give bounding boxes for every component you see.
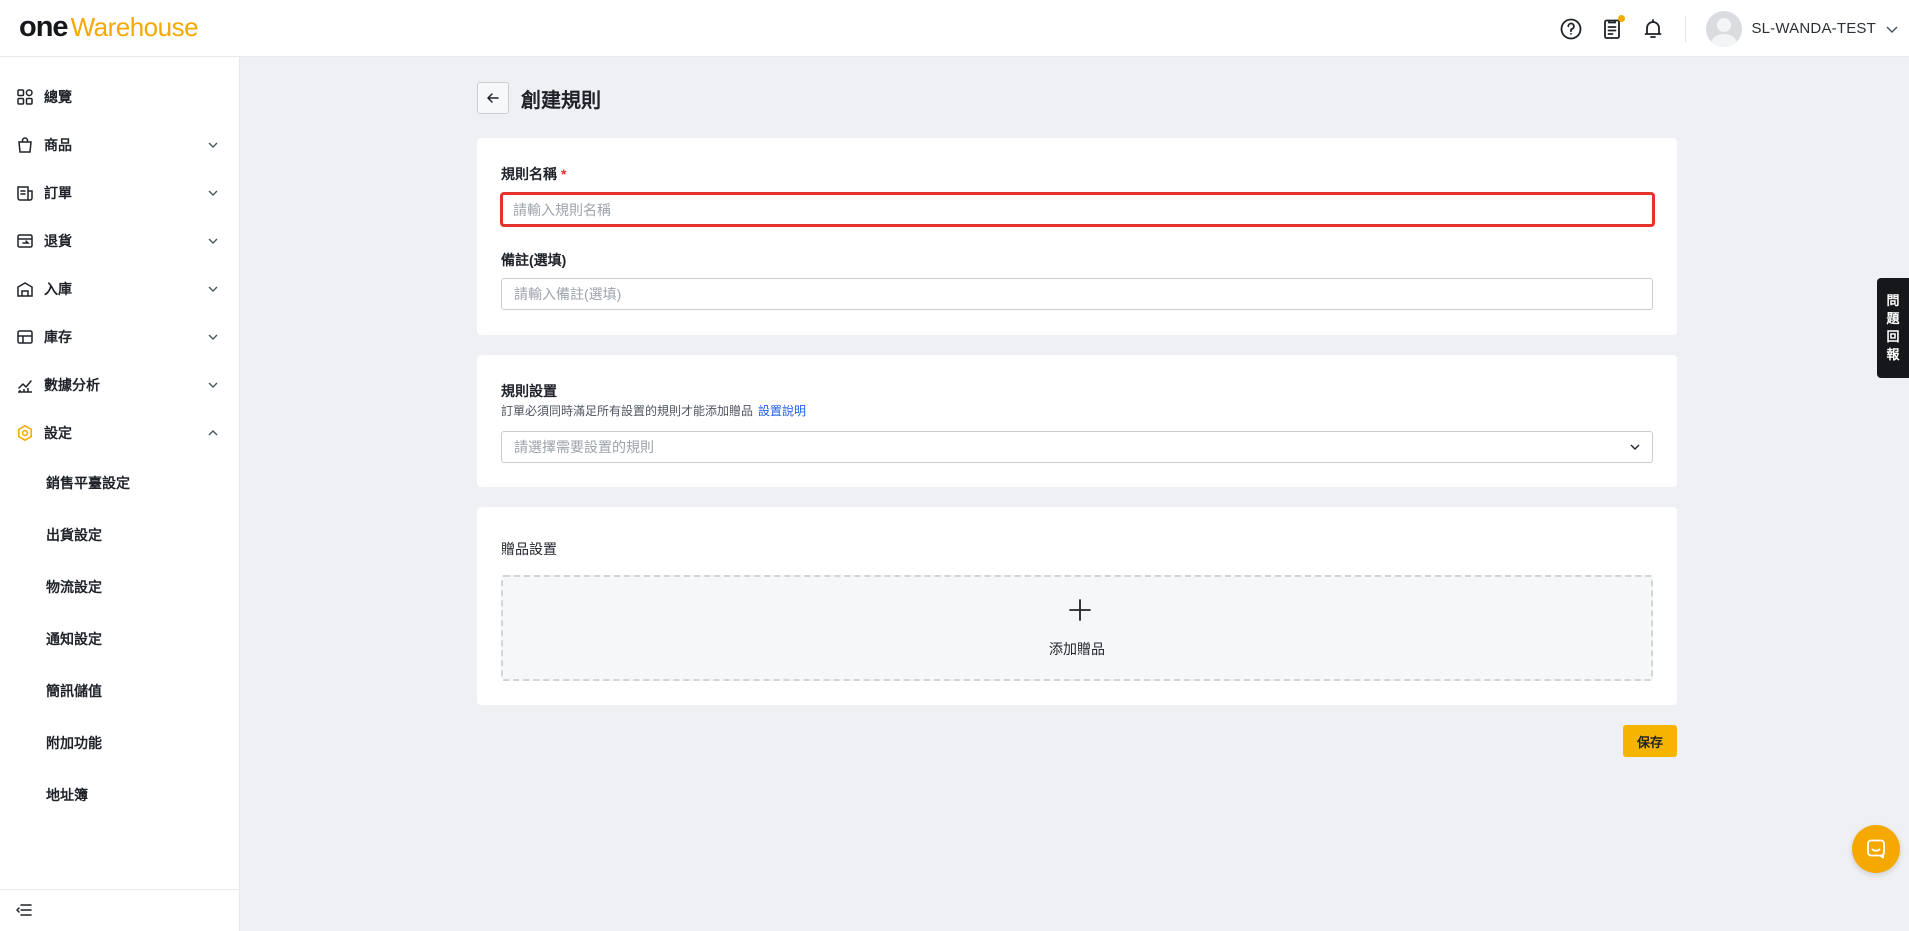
rule-settings-desc-text: 訂單必須同時滿足所有設置的規則才能添加贈品: [501, 404, 754, 418]
rule-select-dropdown[interactable]: 請選擇需要設置的規則: [501, 431, 1653, 463]
collapse-menu-icon[interactable]: [15, 901, 33, 919]
sidebar-item-label: 數據分析: [44, 377, 100, 393]
chevron-down-icon[interactable]: [1884, 21, 1900, 37]
clipboard-icon[interactable]: [1598, 14, 1626, 43]
return-icon: [17, 234, 33, 248]
help-icon[interactable]: [1557, 15, 1585, 43]
header-actions: SL-WANDA-TEST: [1557, 0, 1909, 57]
required-mark: *: [561, 166, 567, 182]
chevron-down-icon: [208, 190, 218, 196]
header-divider: [1685, 15, 1687, 42]
sidebar-item-label: 入庫: [44, 281, 72, 297]
plus-icon: [1069, 599, 1091, 621]
sidebar-item-inventory[interactable]: 庫存: [0, 319, 240, 355]
note-label: 備註(選填): [501, 252, 567, 268]
chevron-down-icon: [208, 286, 218, 292]
basic-info-card: 規則名稱* 備註(選填): [477, 138, 1677, 335]
sidebar-subitem-address-book[interactable]: 地址簿: [0, 777, 240, 813]
add-gift-button[interactable]: 添加贈品: [501, 575, 1653, 681]
sidebar-item-returns[interactable]: 退貨: [0, 223, 240, 259]
avatar[interactable]: [1706, 10, 1743, 47]
arrow-left-icon: [487, 93, 499, 103]
sidebar-item-label: 設定: [44, 425, 72, 441]
settings-help-link[interactable]: 設置說明: [758, 404, 806, 418]
sidebar-footer: [0, 889, 240, 931]
inventory-icon: [17, 330, 33, 344]
note-input[interactable]: [501, 278, 1653, 310]
logo-warehouse-text: Warehouse: [70, 12, 199, 42]
sidebar-item-orders[interactable]: 訂單: [0, 175, 240, 211]
gift-settings-card: 贈品設置 添加贈品: [477, 507, 1677, 705]
sidebar-item-settings[interactable]: 設定: [0, 415, 240, 451]
sidebar-subitem-label: 物流設定: [46, 579, 102, 595]
sidebar-subitem-label: 出貨設定: [46, 527, 102, 543]
inbound-icon: [17, 282, 33, 297]
sidebar-subitem-notifications[interactable]: 通知設定: [0, 621, 240, 657]
feedback-char: 問: [1886, 293, 1900, 308]
rule-name-label: 規則名稱 *: [501, 164, 566, 184]
rule-name-input[interactable]: [500, 192, 1655, 227]
feedback-char: 題: [1886, 311, 1900, 326]
sidebar-item-overview[interactable]: 總覽: [0, 79, 240, 115]
chat-icon: [1867, 839, 1885, 859]
rule-name-label-text: 規則名稱: [501, 166, 557, 182]
sidebar-subitem-shipping[interactable]: 出貨設定: [0, 517, 240, 553]
chevron-down-icon: [208, 142, 218, 148]
page-header: 創建規則: [477, 82, 601, 114]
sidebar-item-inbound[interactable]: 入庫: [0, 271, 240, 307]
rule-settings-card: 規則設置 訂單必須同時滿足所有設置的規則才能添加贈品 設置說明 請選擇需要設置的規…: [477, 355, 1677, 487]
sidebar-subitem-label: 地址簿: [46, 787, 88, 803]
sidebar-item-label: 商品: [44, 137, 72, 153]
sidebar-item-analytics[interactable]: 數據分析: [0, 367, 240, 403]
sidebar-item-label: 總覽: [44, 89, 72, 105]
product-icon: [18, 137, 32, 153]
rule-settings-label: 規則設置: [501, 383, 557, 399]
sidebar-subitem-label: 簡訊儲值: [46, 683, 102, 699]
sidebar-subitem-label: 通知設定: [46, 631, 102, 647]
chevron-up-icon: [208, 430, 218, 436]
sidebar-item-label: 退貨: [44, 233, 72, 249]
feedback-char: 回: [1886, 329, 1900, 344]
dashboard-icon: [17, 89, 33, 105]
sidebar-subitem-sms-topup[interactable]: 簡訊儲值: [0, 673, 240, 709]
logo-one-text: one: [19, 11, 69, 43]
gift-settings-label: 贈品設置: [501, 541, 557, 557]
add-gift-label: 添加贈品: [1049, 641, 1105, 657]
sidebar-subitem-label: 銷售平臺設定: [46, 475, 130, 491]
page-title: 創建規則: [521, 89, 601, 112]
notification-dot: [1618, 14, 1626, 22]
sidebar-item-label: 訂單: [44, 185, 72, 201]
app-logo[interactable]: one Warehouse: [19, 11, 199, 44]
sidebar-item-products[interactable]: 商品: [0, 127, 240, 163]
chevron-down-icon: [208, 238, 218, 244]
rule-select-placeholder: 請選擇需要設置的規則: [514, 439, 654, 455]
rule-settings-description: 訂單必須同時滿足所有設置的規則才能添加贈品 設置說明: [501, 402, 806, 419]
top-header: one Warehouse SL-WANDA-TEST: [0, 0, 1909, 57]
back-button[interactable]: [477, 82, 509, 114]
sidebar: 總覽 商品 訂單 退貨 入庫 庫存 數據分析 設定 銷售平臺設定 出貨設定 物流…: [0, 57, 240, 931]
sidebar-subitem-label: 附加功能: [46, 735, 102, 751]
chevron-down-icon: [208, 334, 218, 340]
save-button[interactable]: 保存: [1623, 725, 1677, 757]
chevron-down-icon: [208, 382, 218, 388]
sidebar-subitem-addons[interactable]: 附加功能: [0, 725, 240, 761]
sidebar-item-label: 庫存: [44, 329, 72, 345]
chat-support-button[interactable]: [1852, 825, 1900, 873]
order-icon: [17, 186, 33, 201]
sidebar-subitem-logistics[interactable]: 物流設定: [0, 569, 240, 605]
bell-icon[interactable]: [1639, 15, 1667, 43]
feedback-tab[interactable]: 問 題 回 報: [1877, 278, 1909, 378]
sidebar-subitem-sales-platform[interactable]: 銷售平臺設定: [0, 465, 240, 501]
analytics-icon: [18, 380, 32, 393]
feedback-char: 報: [1886, 347, 1900, 362]
settings-icon: [18, 424, 32, 442]
chevron-down-icon: [1630, 444, 1640, 450]
user-name[interactable]: SL-WANDA-TEST: [1751, 20, 1876, 37]
